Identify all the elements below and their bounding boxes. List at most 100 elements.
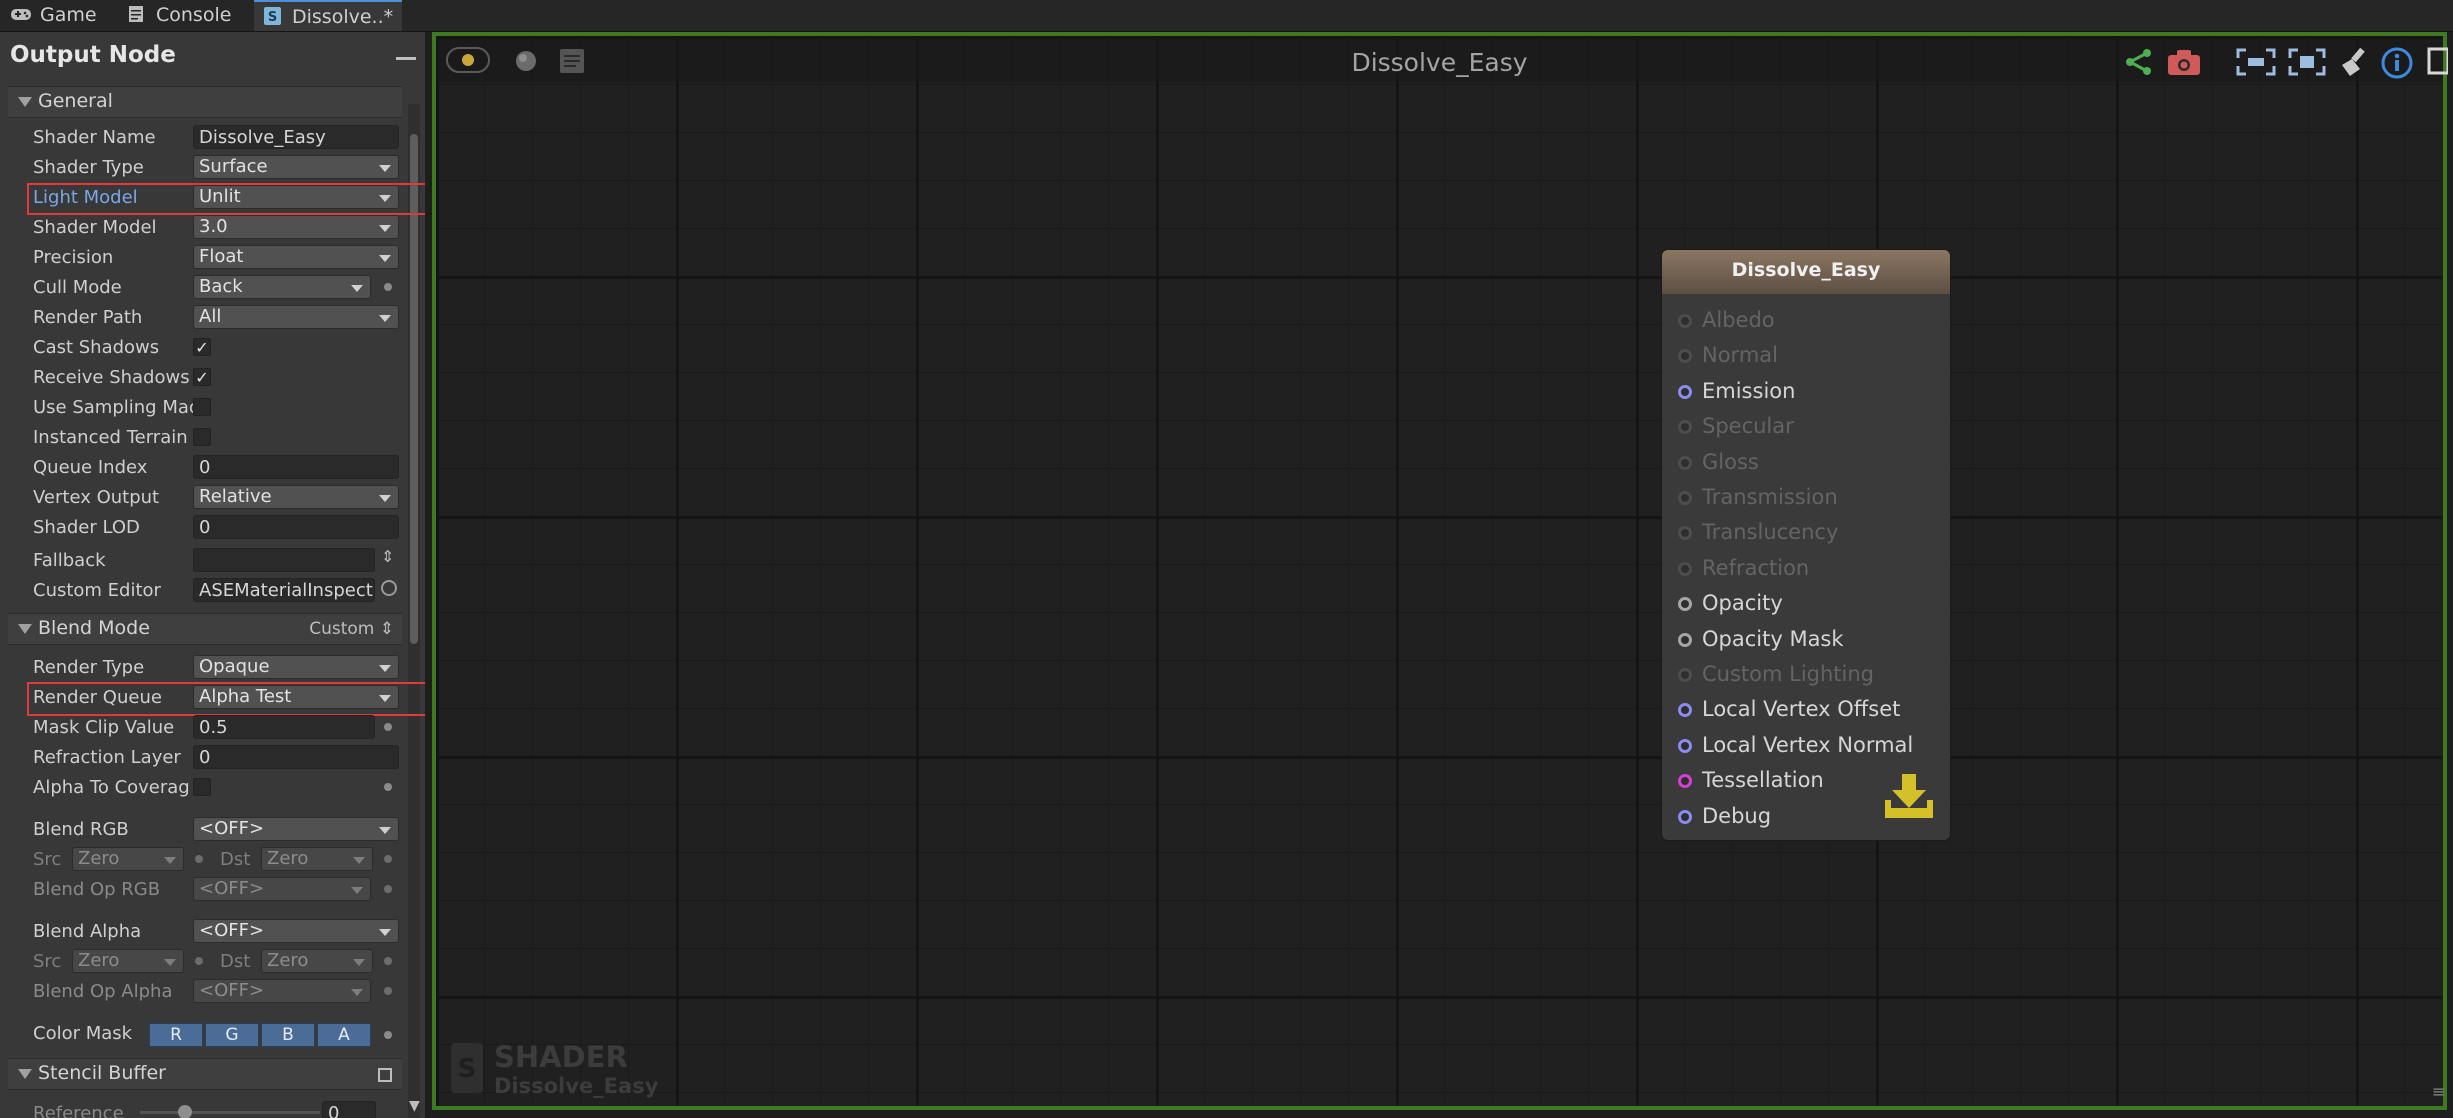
section-general[interactable]: General xyxy=(8,86,402,118)
preview-sphere-icon[interactable] xyxy=(514,49,538,73)
maximize-icon[interactable] xyxy=(2426,46,2448,76)
custom-editor-input[interactable]: ASEMaterialInspect xyxy=(193,578,375,602)
port-label: Normal xyxy=(1702,343,1778,368)
blend-alpha-dropdown[interactable]: <OFF> xyxy=(193,919,399,943)
port-connector-icon[interactable] xyxy=(1678,809,1692,824)
alpha-dst-dropdown[interactable]: Zero xyxy=(261,949,373,973)
stencil-reference-slider[interactable] xyxy=(140,1111,320,1114)
port-connector-icon[interactable] xyxy=(1678,668,1692,682)
rgb-src-dropdown[interactable]: Zero xyxy=(72,847,184,871)
cast-shadows-checkbox[interactable]: ✓ xyxy=(193,338,211,357)
use-sampling-macros-checkbox[interactable] xyxy=(193,398,211,416)
color-mask-r-button[interactable]: R xyxy=(149,1023,203,1047)
camera-icon[interactable] xyxy=(2166,48,2202,76)
port-connector-icon[interactable] xyxy=(1678,597,1692,612)
blend-op-rgb-dropdown[interactable]: <OFF> xyxy=(193,877,371,901)
tab-game[interactable]: Game xyxy=(10,0,97,31)
node-input-port-row[interactable]: Gloss xyxy=(1662,450,1950,480)
blend-mode-preset[interactable]: Custom ⇕ xyxy=(309,619,394,639)
color-mask-b-button[interactable]: B xyxy=(261,1023,315,1047)
shader-type-dropdown[interactable]: Surface xyxy=(193,155,399,179)
node-input-port-row[interactable]: Transmission xyxy=(1662,485,1950,515)
focus-selected-icon[interactable] xyxy=(2236,48,2276,76)
live-mode-icon[interactable] xyxy=(446,47,490,73)
inline-property-dot-icon[interactable] xyxy=(384,1031,392,1039)
inline-property-dot-icon[interactable] xyxy=(384,783,392,791)
precision-dropdown[interactable]: Float xyxy=(193,245,399,269)
node-input-port-row[interactable]: Local Vertex Normal xyxy=(1662,733,1950,763)
node-input-port-row[interactable]: Custom Lighting xyxy=(1662,662,1950,692)
inline-property-dot-icon[interactable] xyxy=(384,885,392,893)
node-input-port-row[interactable]: Opacity Mask xyxy=(1662,627,1950,657)
vertex-output-dropdown[interactable]: Relative xyxy=(193,485,399,509)
alpha-src-dropdown[interactable]: Zero xyxy=(72,949,184,973)
updown-arrows-icon[interactable]: ⇕ xyxy=(381,547,394,566)
render-type-dropdown[interactable]: Opaque xyxy=(193,655,399,679)
port-connector-icon[interactable] xyxy=(1678,384,1692,399)
mask-clip-value-input[interactable]: 0.5 xyxy=(193,715,375,739)
slider-thumb[interactable] xyxy=(178,1105,192,1118)
clean-icon[interactable] xyxy=(2338,47,2370,77)
fallback-input[interactable] xyxy=(193,548,375,572)
refraction-layer-input[interactable]: 0 xyxy=(193,745,399,769)
node-input-port-row[interactable]: Normal xyxy=(1662,343,1950,373)
blend-rgb-dropdown[interactable]: <OFF> xyxy=(193,817,399,841)
instanced-terrain-checkbox[interactable] xyxy=(193,428,211,446)
inline-property-dot-icon[interactable] xyxy=(195,957,203,965)
port-connector-icon[interactable] xyxy=(1678,561,1692,576)
port-connector-icon[interactable] xyxy=(1678,420,1692,435)
cheatsheet-icon[interactable] xyxy=(558,47,586,75)
shader-lod-input[interactable]: 0 xyxy=(193,515,399,539)
scroll-down-arrow-icon[interactable]: ▼ xyxy=(409,1098,420,1114)
stencil-reference-input[interactable]: 0 xyxy=(322,1101,376,1118)
tab-dissolve-shader[interactable]: S Dissolve..* xyxy=(254,0,402,31)
receive-shadows-checkbox[interactable]: ✓ xyxy=(193,368,211,387)
inline-property-dot-icon[interactable] xyxy=(384,855,392,863)
stencil-enable-checkbox[interactable] xyxy=(378,1068,392,1082)
color-mask-g-button[interactable]: G xyxy=(205,1023,259,1047)
inline-property-dot-icon[interactable] xyxy=(384,987,392,995)
resize-grip-icon[interactable]: ≡ xyxy=(2432,1082,2445,1101)
alpha-to-coverage-checkbox[interactable] xyxy=(193,778,211,796)
node-input-port-row[interactable]: Emission xyxy=(1662,379,1950,409)
node-input-port-row[interactable]: Albedo xyxy=(1662,308,1950,338)
blend-op-alpha-dropdown[interactable]: <OFF> xyxy=(193,979,371,1003)
inline-property-dot-icon[interactable] xyxy=(384,957,392,965)
node-input-port-row[interactable]: Specular xyxy=(1662,414,1950,444)
master-node-download-icon[interactable] xyxy=(1882,772,1936,822)
share-icon[interactable] xyxy=(2124,48,2154,76)
queue-index-input[interactable]: 0 xyxy=(193,455,399,479)
output-node[interactable]: Dissolve_Easy Albedo Normal Emission Specul… xyxy=(1662,250,1950,840)
port-connector-icon[interactable] xyxy=(1678,314,1692,328)
port-connector-icon[interactable] xyxy=(1678,703,1692,718)
node-input-port-row[interactable]: Local Vertex Offset xyxy=(1662,697,1950,727)
port-connector-icon[interactable] xyxy=(1678,491,1692,505)
node-input-port-row[interactable]: Refraction xyxy=(1662,556,1950,586)
port-connector-icon[interactable] xyxy=(1678,526,1692,541)
node-graph-canvas[interactable]: Dissolve_Easy Dissolve_Easy Albedo Normal… xyxy=(432,32,2448,1110)
section-stencil-buffer[interactable]: Stencil Buffer xyxy=(8,1058,402,1090)
node-input-port-row[interactable]: Opacity xyxy=(1662,591,1950,621)
inline-property-dot-icon[interactable] xyxy=(195,855,203,863)
tab-console[interactable]: Console xyxy=(126,0,231,31)
port-connector-icon[interactable] xyxy=(1678,455,1692,470)
rgb-dst-dropdown[interactable]: Zero xyxy=(261,847,373,871)
port-connector-icon[interactable] xyxy=(1678,632,1692,647)
minimize-icon[interactable] xyxy=(396,57,416,60)
inline-property-dot-icon[interactable] xyxy=(384,283,392,291)
render-path-dropdown[interactable]: All xyxy=(193,305,399,329)
port-connector-icon[interactable] xyxy=(1678,738,1692,753)
shader-model-dropdown[interactable]: 3.0 xyxy=(193,215,399,239)
fit-view-icon[interactable] xyxy=(2288,48,2326,76)
node-input-port-row[interactable]: Translucency xyxy=(1662,520,1950,550)
node-header[interactable]: Dissolve_Easy xyxy=(1662,250,1950,294)
shader-name-input[interactable]: Dissolve_Easy xyxy=(193,125,399,149)
cull-mode-dropdown[interactable]: Back xyxy=(193,275,371,299)
color-mask-a-button[interactable]: A xyxy=(317,1023,371,1047)
port-connector-icon[interactable] xyxy=(1678,349,1692,364)
port-connector-icon[interactable] xyxy=(1678,774,1692,789)
section-blend-mode[interactable]: Blend Mode Custom ⇕ xyxy=(8,613,402,645)
info-icon[interactable] xyxy=(2381,47,2413,79)
inline-property-dot-icon[interactable] xyxy=(384,723,392,731)
reset-icon[interactable] xyxy=(381,580,397,596)
